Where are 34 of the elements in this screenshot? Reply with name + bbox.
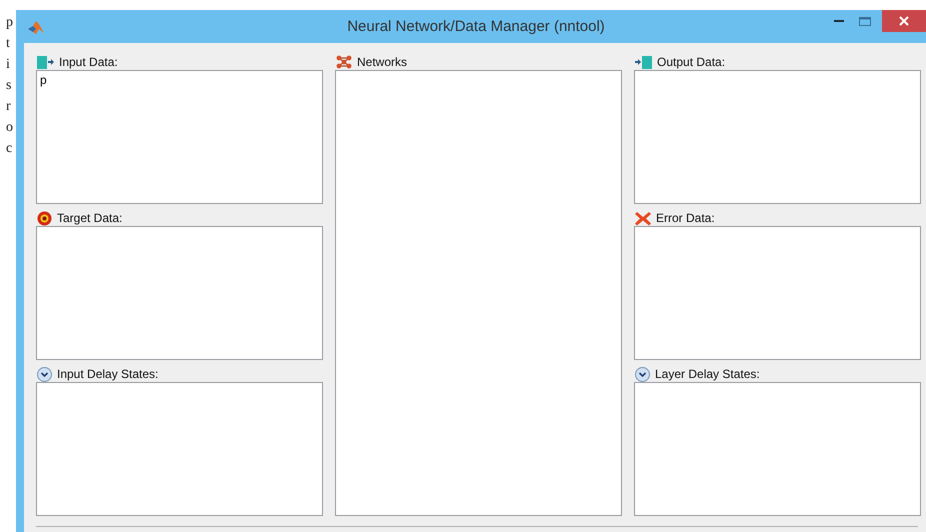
data-arrow-icon <box>37 55 54 69</box>
panel-label: Error Data: <box>656 211 715 225</box>
background-text: t <box>5 35 11 53</box>
close-button[interactable] <box>882 10 926 32</box>
background-text: p <box>5 14 14 32</box>
panel-label: Input Data: <box>59 55 118 69</box>
data-list[interactable]: p <box>36 70 323 204</box>
chevron-down-icon <box>37 366 52 382</box>
chevron-down-icon <box>635 366 650 382</box>
background-text: r <box>5 98 12 116</box>
window-title: Neural Network/Data Manager (nntool) <box>346 18 606 35</box>
data-list[interactable] <box>36 226 323 360</box>
panel-label: Target Data: <box>57 211 122 225</box>
panel-label: Networks <box>357 55 408 69</box>
data-list[interactable] <box>634 226 921 360</box>
background-text: s <box>5 77 12 95</box>
app-logo-icon <box>28 20 44 34</box>
background-text: o <box>5 119 14 137</box>
data-list[interactable] <box>634 70 921 204</box>
background-text: c <box>5 140 14 158</box>
data-arrow-icon <box>635 55 652 69</box>
cross-icon <box>635 210 651 226</box>
background-text: i <box>5 56 11 74</box>
target-icon <box>37 210 52 226</box>
panel-label: Layer Delay States: <box>655 367 760 381</box>
network-icon <box>336 55 352 69</box>
panel-label: Input Delay States: <box>57 367 158 381</box>
panel-label: Output Data: <box>657 55 726 69</box>
data-list[interactable] <box>36 382 323 516</box>
data-list[interactable] <box>634 382 921 516</box>
close-icon <box>899 16 909 26</box>
list-item[interactable]: p <box>39 73 320 87</box>
minimize-icon <box>834 20 844 22</box>
maximize-icon <box>859 16 871 26</box>
